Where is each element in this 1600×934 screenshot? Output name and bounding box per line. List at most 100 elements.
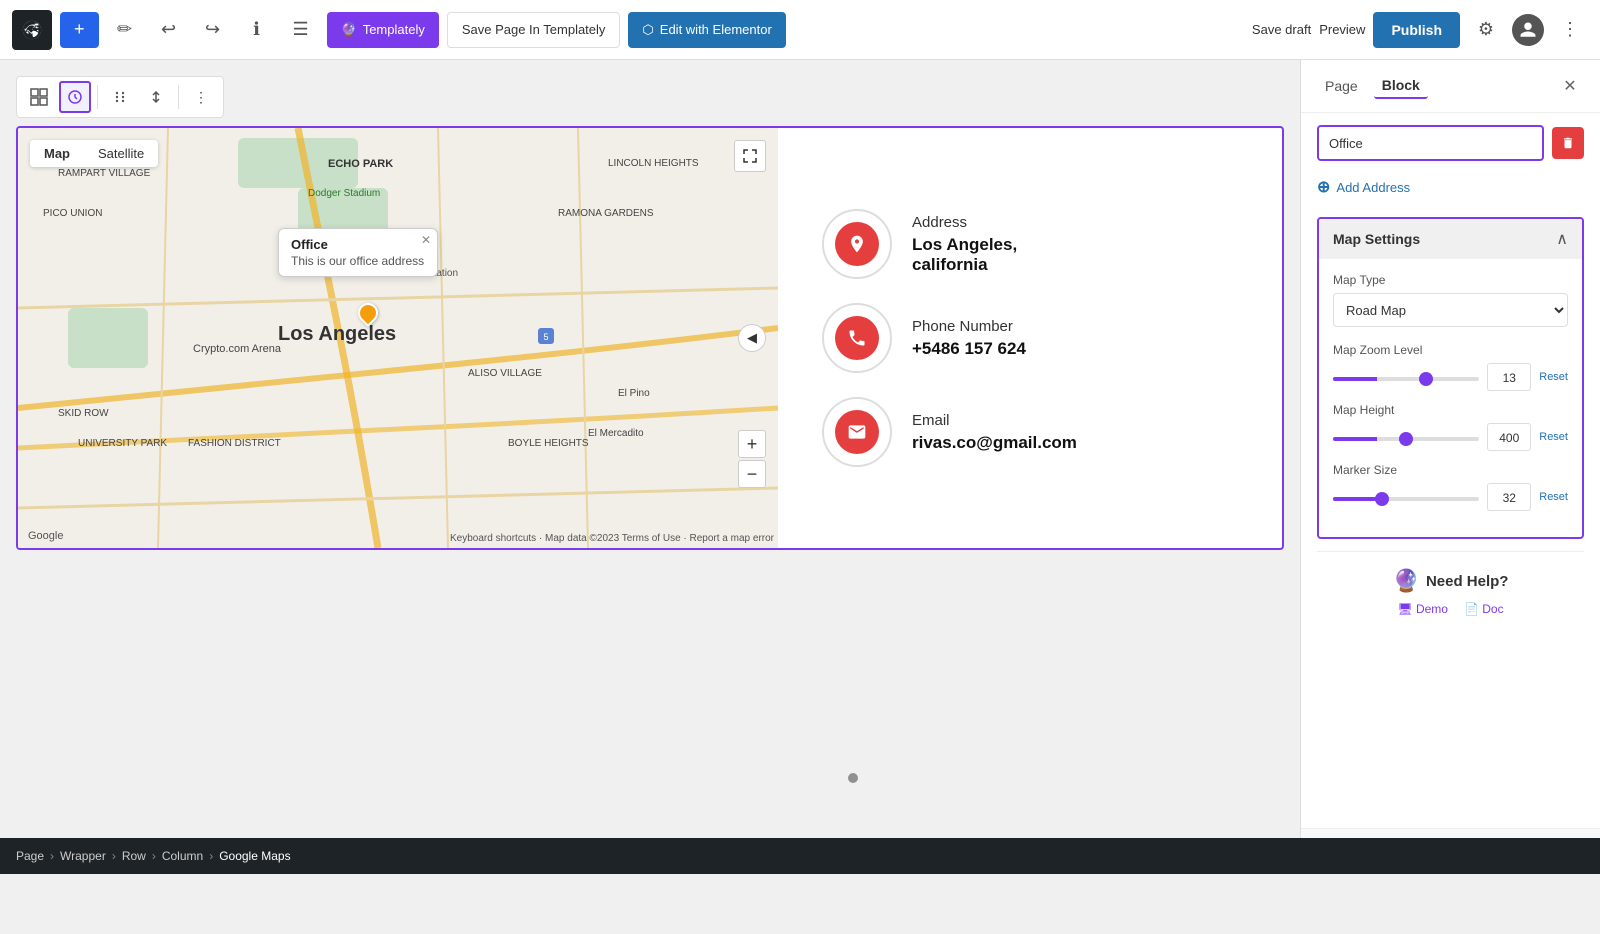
email-label: Email	[912, 412, 1077, 429]
marker-label: Marker Size	[1333, 463, 1568, 477]
breadcrumb-page[interactable]: Page	[16, 849, 44, 863]
map-type-row: Map Type Road Map Satellite Hybrid Terra…	[1333, 273, 1568, 327]
contact-info: Address Los Angeles, california	[802, 128, 1282, 548]
address-input-field[interactable]	[1317, 125, 1544, 161]
more-options-button[interactable]: ⋮	[1552, 12, 1588, 48]
email-item: Email rivas.co@gmail.com	[822, 397, 1262, 467]
height-slider[interactable]	[1333, 437, 1479, 441]
zoom-out-button[interactable]: −	[738, 460, 766, 488]
phone-label: Phone Number	[912, 318, 1026, 335]
marker-group: Marker Size 32 Reset	[1333, 463, 1568, 511]
height-slider-container	[1333, 428, 1479, 446]
demo-link[interactable]: 🖥 Demo	[1397, 602, 1448, 616]
templately-button[interactable]: 🔮 Templately	[327, 12, 439, 48]
breadcrumb-wrapper[interactable]: Wrapper	[60, 849, 106, 863]
map-type-satellite-button[interactable]: Satellite	[84, 140, 158, 167]
map-type-map-button[interactable]: Map	[30, 140, 84, 167]
block-type-button[interactable]	[59, 81, 91, 113]
add-block-button[interactable]: +	[60, 12, 99, 48]
address-item: Address Los Angeles, california	[822, 209, 1262, 279]
undo-button[interactable]: ↩	[151, 12, 187, 48]
content-block: 10 5 Los Angeles RAMPART VILLAGE PICO UN…	[16, 126, 1284, 550]
tab-block[interactable]: Block	[1374, 73, 1428, 99]
address-value: Los Angeles, california	[912, 235, 1017, 275]
sidebar-header: Page Block ✕	[1301, 60, 1600, 113]
popup-title: Office	[291, 237, 425, 252]
preview-button[interactable]: Preview	[1319, 22, 1365, 37]
more-icon: ⋮	[1561, 19, 1579, 40]
delete-address-button[interactable]	[1552, 127, 1584, 159]
zoom-reset-button[interactable]: Reset	[1539, 371, 1568, 383]
sidebar-body: ⊕ Add Address Map Settings ∧ Map Type Ro…	[1301, 113, 1600, 828]
list-button[interactable]: ☰	[283, 12, 319, 48]
phone-icon	[835, 316, 879, 360]
height-value: 400	[1487, 423, 1531, 451]
map-settings-header[interactable]: Map Settings ∧	[1319, 219, 1582, 259]
wp-logo	[12, 10, 52, 50]
pencil-button[interactable]: ✏	[107, 12, 143, 48]
drag-handle-button[interactable]	[104, 81, 136, 113]
marker-slider-row: 32 Reset	[1333, 483, 1568, 511]
block-options-button[interactable]: ⋮	[185, 81, 217, 113]
tab-page[interactable]: Page	[1317, 74, 1366, 98]
zoom-slider[interactable]	[1333, 377, 1479, 381]
chevron-up-icon: ∧	[1556, 229, 1568, 249]
redo-button[interactable]: ↪	[195, 12, 231, 48]
publish-button[interactable]: Publish	[1373, 12, 1460, 48]
zoom-value: 13	[1487, 363, 1531, 391]
doc-link[interactable]: 📄 Doc	[1464, 602, 1504, 616]
marker-reset-button[interactable]: Reset	[1539, 491, 1568, 503]
map-fullscreen-button[interactable]	[734, 140, 766, 172]
breadcrumb-google-maps[interactable]: Google Maps	[219, 849, 290, 863]
map-label-ramona: RAMONA GARDENS	[558, 208, 654, 219]
map-navigation-button[interactable]: ◀	[738, 324, 766, 352]
map-type-select[interactable]: Road Map Satellite Hybrid Terrain	[1333, 293, 1568, 327]
close-icon: ✕	[1563, 76, 1576, 96]
map-type-bar: Map Satellite	[30, 140, 158, 167]
map-label-university: UNIVERSITY PARK	[78, 438, 167, 449]
svg-text:5: 5	[543, 332, 548, 342]
help-links: 🖥 Demo 📄 Doc	[1333, 602, 1568, 616]
plus-icon: +	[74, 19, 85, 40]
address-icon	[835, 222, 879, 266]
breadcrumb-sep-3: ›	[152, 849, 156, 863]
toolbar-divider	[97, 85, 98, 109]
avatar[interactable]	[1512, 14, 1544, 46]
height-reset-button[interactable]: Reset	[1539, 431, 1568, 443]
plus-circle-icon: ⊕	[1317, 177, 1330, 197]
help-icon: 🔮	[1393, 568, 1420, 594]
sidebar: Page Block ✕ ⊕ Add Address	[1300, 60, 1600, 874]
map-label-rampart: RAMPART VILLAGE	[58, 168, 150, 179]
map-label-aliso: ALISO VILLAGE	[468, 368, 542, 379]
map-attribution: Keyboard shortcuts · Map data ©2023 Term…	[450, 533, 774, 544]
map-label-dodger: Dodger Stadium	[308, 188, 380, 199]
sidebar-close-button[interactable]: ✕	[1556, 72, 1584, 100]
gear-icon: ⚙	[1478, 19, 1494, 40]
breadcrumb-row[interactable]: Row	[122, 849, 146, 863]
email-value: rivas.co@gmail.com	[912, 433, 1077, 453]
marker-slider-container	[1333, 488, 1479, 506]
zoom-in-button[interactable]: +	[738, 430, 766, 458]
move-up-down-button[interactable]	[140, 81, 172, 113]
phone-item: Phone Number +5486 157 624	[822, 303, 1262, 373]
save-draft-button[interactable]: Save draft	[1252, 22, 1311, 37]
breadcrumb-sep-2: ›	[112, 849, 116, 863]
grid-view-button[interactable]	[23, 81, 55, 113]
settings-button[interactable]: ⚙	[1468, 12, 1504, 48]
breadcrumb-column[interactable]: Column	[162, 849, 203, 863]
popup-close-button[interactable]: ✕	[421, 233, 431, 247]
map-macarthur-area	[68, 308, 148, 368]
address-text: Address Los Angeles, california	[912, 214, 1017, 275]
address-input-row	[1317, 125, 1584, 161]
marker-slider[interactable]	[1333, 497, 1479, 501]
google-logo: Google	[28, 530, 63, 542]
info-button[interactable]: ℹ	[239, 12, 275, 48]
topbar: + ✏ ↩ ↪ ℹ ☰ 🔮 Templately Save Page In Te…	[0, 0, 1600, 60]
map-label-elpino: El Pino	[618, 388, 650, 399]
map-container: 10 5 Los Angeles RAMPART VILLAGE PICO UN…	[18, 128, 778, 548]
save-in-templately-button[interactable]: Save Page In Templately	[447, 12, 621, 48]
more-dots-icon: ⋮	[194, 89, 208, 106]
add-address-button[interactable]: ⊕ Add Address	[1317, 173, 1410, 201]
edit-with-elementor-button[interactable]: ⬡ Edit with Elementor	[628, 12, 785, 48]
zoom-slider-row: 13 Reset	[1333, 363, 1568, 391]
